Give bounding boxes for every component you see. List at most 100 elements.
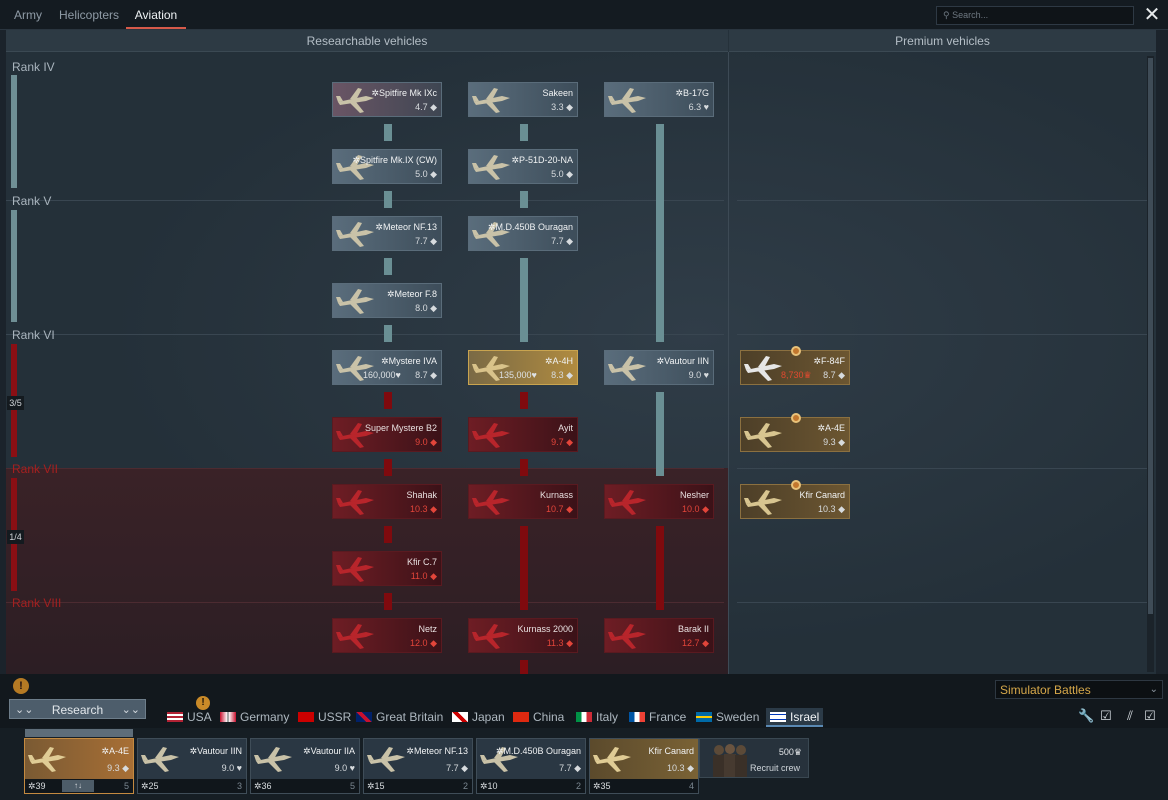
aircraft-icon xyxy=(254,747,292,772)
chevron-down-icon: ⌄⌄ xyxy=(121,704,140,716)
aircraft-icon xyxy=(608,624,646,649)
battle-rating: 10.3 ◆ xyxy=(410,504,437,514)
vehicle-name: Super Mystere B2 xyxy=(364,423,437,433)
premium-vehicle-node[interactable]: ✲F-84F 8.7 ◆ 8,730♛ xyxy=(740,346,850,385)
crew-slot[interactable]: Kfir Canard 10.3 ◆ ✲35 4 xyxy=(589,738,699,794)
battle-rating: 7.7 ◆ xyxy=(446,763,468,773)
crew-footer: ✲25 3 xyxy=(138,779,246,793)
aircraft-icon xyxy=(472,490,510,515)
vehicle-name: ✲Spitfire Mk IXc xyxy=(371,88,437,98)
crew-level: ✲39 xyxy=(28,781,46,791)
vehicle-node[interactable]: Ayit 9.7 ◆ xyxy=(468,417,578,452)
vehicle-node[interactable]: ✲Spitfire Mk.IX (CW) 5.0 ◆ xyxy=(332,149,442,184)
vehicle-node[interactable]: Kurnass 10.7 ◆ xyxy=(468,484,578,519)
country-tab-great-britain[interactable]: Great Britain xyxy=(356,708,443,727)
vehicle-name: Kurnass 2000 xyxy=(517,624,573,634)
vehicle-node[interactable]: ✲Meteor F.8 8.0 ◆ xyxy=(332,283,442,318)
tab-army[interactable]: Army xyxy=(6,0,50,29)
crew-level: ✲10 xyxy=(480,781,498,791)
crew-slot[interactable]: ✲Meteor NF.13 7.7 ◆ ✲15 2 xyxy=(363,738,473,794)
vehicle-node[interactable]: Netz 12.0 ◆ xyxy=(332,618,442,653)
country-tab-italy[interactable]: Italy xyxy=(576,708,618,727)
tree-connector xyxy=(384,124,392,141)
rank-progress-arrow xyxy=(11,210,17,322)
tree-connector xyxy=(520,526,528,610)
crew-slot[interactable]: ✲A-4E 9.3 ◆ ✲39 ↑↓ 5 xyxy=(24,729,134,794)
country-tab-germany[interactable]: Germany xyxy=(220,708,289,727)
vehicle-node[interactable]: Super Mystere B2 9.0 ◆ xyxy=(332,417,442,452)
battle-rating: 5.0 ◆ xyxy=(551,169,573,179)
aircraft-icon xyxy=(336,88,374,113)
aircraft-icon xyxy=(744,356,782,381)
vehicle-node[interactable]: Sakeen 3.3 ◆ xyxy=(468,82,578,117)
country-tab-japan[interactable]: Japan xyxy=(452,708,505,727)
tab-aviation[interactable]: Aviation xyxy=(126,0,186,29)
battle-rating: 7.7 ◆ xyxy=(415,236,437,246)
aircraft-icon xyxy=(744,490,782,515)
battle-rating: 9.0 ◆ xyxy=(415,437,437,447)
vehicle-node[interactable]: ✲B-17G 6.3 ♥ xyxy=(604,82,714,117)
vehicle-name: Kfir C.7 xyxy=(406,557,437,567)
country-tab-israel[interactable]: Israel xyxy=(766,708,824,727)
country-tab-france[interactable]: France xyxy=(629,708,686,727)
spare-count: 2 xyxy=(575,781,581,791)
battle-rating: 9.3 ◆ xyxy=(823,437,845,447)
flag-icon xyxy=(629,712,645,722)
recruit-crew-button[interactable]: 500♛ Recruit crew xyxy=(699,738,809,778)
search-input[interactable]: ⚲ Search... xyxy=(936,6,1134,25)
swap-icon[interactable]: ↑↓ xyxy=(62,780,94,792)
vehicle-node[interactable]: Nesher 10.0 ◆ xyxy=(604,484,714,519)
rank-label-vii: Rank VII xyxy=(12,462,59,476)
premium-header: Premium vehicles xyxy=(729,30,1156,52)
country-tab-sweden[interactable]: Sweden xyxy=(696,708,759,727)
country-tab-ussr[interactable]: USSR xyxy=(298,708,351,727)
premium-vehicle-node[interactable]: ✲A-4E 9.3 ◆ xyxy=(740,413,850,452)
vehicle-node[interactable]: ✲Spitfire Mk IXc 4.7 ◆ xyxy=(332,82,442,117)
vehicle-name: Kfir Canard xyxy=(648,746,694,756)
vehicle-node[interactable]: Shahak 10.3 ◆ xyxy=(332,484,442,519)
vehicle-node[interactable]: ✲Mystere IVA 8.7 ◆ 160,000♥ xyxy=(332,350,442,385)
close-button[interactable]: ✕ xyxy=(1140,3,1164,27)
check-icon[interactable]: ☑ xyxy=(1142,708,1158,724)
crew-slot[interactable]: ✲Vautour IIN 9.0 ♥ ✲25 3 xyxy=(137,738,247,794)
rank-divider xyxy=(737,602,1147,603)
repair-all-icon[interactable]: ⫽ xyxy=(1122,708,1138,724)
vehicle-name: ✲Meteor F.8 xyxy=(386,289,437,299)
scrollbar[interactable] xyxy=(1147,56,1154,672)
vehicle-node[interactable]: Barak II 12.7 ◆ xyxy=(604,618,714,653)
premium-vehicle-node[interactable]: Kfir Canard 10.3 ◆ xyxy=(740,480,850,519)
rank-progress-count: 1/4 xyxy=(7,530,24,544)
vehicle-name: Barak II xyxy=(677,624,709,634)
battle-rating: 10.7 ◆ xyxy=(546,504,573,514)
vehicle-node[interactable]: ✲Vautour IIN 9.0 ♥ xyxy=(604,350,714,385)
vehicle-name: ✲A-4H xyxy=(544,356,573,366)
vehicle-node[interactable]: Kfir C.7 11.0 ◆ xyxy=(332,551,442,586)
vehicle-node[interactable]: ✲Meteor NF.13 7.7 ◆ xyxy=(332,216,442,251)
aircraft-icon xyxy=(608,356,646,381)
aircraft-icon xyxy=(472,624,510,649)
vehicle-node[interactable]: ✲A-4H 8.3 ◆ 135,000♥ xyxy=(468,350,578,385)
country-label: Japan xyxy=(472,710,505,724)
vehicle-node[interactable]: Kurnass 2000 11.3 ◆ xyxy=(468,618,578,653)
tab-helicopters[interactable]: Helicopters xyxy=(54,0,124,29)
aircraft-icon xyxy=(336,557,374,582)
vehicle-node[interactable]: ✲M.D.450B Ouragan 7.7 ◆ xyxy=(468,216,578,251)
vehicle-node[interactable]: ✲P-51D-20-NA 5.0 ◆ xyxy=(468,149,578,184)
warning-icon[interactable]: ! xyxy=(13,678,29,694)
crew-slot[interactable]: ✲M.D.450B Ouragan 7.7 ◆ ✲10 2 xyxy=(476,738,586,794)
wrench-icon[interactable]: 🔧 xyxy=(1078,708,1094,724)
research-button[interactable]: ⌄⌄ Research ⌄⌄ xyxy=(9,699,146,719)
aircraft-icon xyxy=(744,423,782,448)
game-mode-select[interactable]: Simulator Battles ⌄ xyxy=(995,680,1163,699)
crew-footer: ✲35 4 xyxy=(590,779,698,793)
vehicle-name: Kfir Canard xyxy=(799,490,845,500)
battle-rating: 7.7 ◆ xyxy=(559,763,581,773)
check-icon[interactable]: ☑ xyxy=(1098,708,1114,724)
vehicle-name: Netz xyxy=(418,624,437,634)
aircraft-icon xyxy=(472,155,510,180)
country-tab-usa[interactable]: USA xyxy=(167,708,212,727)
rank-label-v: Rank V xyxy=(12,194,52,208)
vehicle-name: Sakeen xyxy=(542,88,573,98)
crew-slot[interactable]: ✲Vautour IIA 9.0 ♥ ✲36 5 xyxy=(250,738,360,794)
country-tab-china[interactable]: China xyxy=(513,708,564,727)
